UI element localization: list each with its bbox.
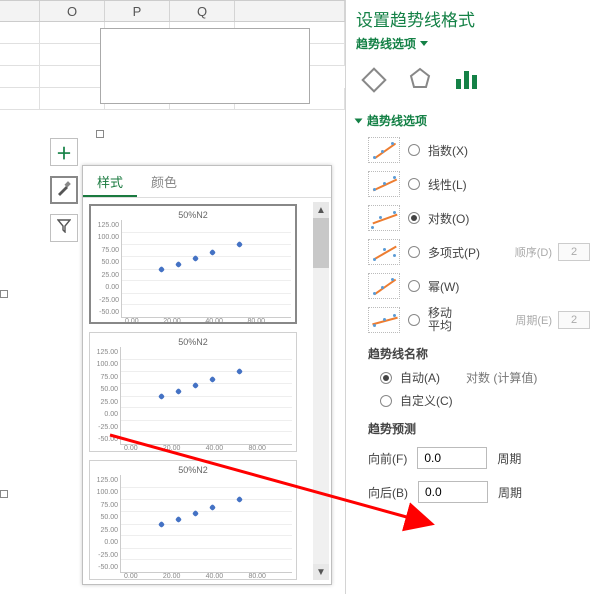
polynomial-curve-icon xyxy=(368,239,400,265)
option-power[interactable]: 幂(W) xyxy=(356,269,590,303)
radio-icon xyxy=(408,178,420,190)
plus-icon: ＋ xyxy=(56,140,72,164)
thumbnail-title: 50%N2 xyxy=(94,465,292,475)
section-trendline-options[interactable]: 趋势线选项 xyxy=(356,108,590,133)
forward-input[interactable] xyxy=(417,447,487,469)
column-header[interactable]: O xyxy=(40,1,105,21)
forward-label: 向前(F) xyxy=(368,450,407,467)
pentagon-icon xyxy=(409,67,431,94)
column-header[interactable]: Q xyxy=(170,1,235,21)
spreadsheet-grid: O P Q ＋ 样式 颜色 xyxy=(0,0,345,594)
resize-handle[interactable] xyxy=(0,290,8,298)
fill-line-tab[interactable] xyxy=(360,66,388,94)
pane-subtitle-dropdown[interactable]: 趋势线选项 xyxy=(346,33,600,58)
radio-icon xyxy=(408,314,420,326)
power-curve-icon xyxy=(368,273,400,299)
order-label: 顺序(D) xyxy=(515,244,552,260)
thumbnail-plot xyxy=(121,220,291,318)
paint-bucket-icon xyxy=(361,67,386,92)
tab-color[interactable]: 颜色 xyxy=(137,166,191,197)
option-moving-average[interactable]: 移动平均 周期(E) 2 xyxy=(356,303,590,337)
chart-elements-button[interactable]: ＋ xyxy=(50,138,78,166)
expand-triangle-icon xyxy=(355,118,363,123)
scroll-down-arrow[interactable]: ▼ xyxy=(313,564,329,580)
period-unit: 周期 xyxy=(498,484,522,501)
forecast-title: 趋势预测 xyxy=(356,412,590,441)
bar-chart-icon xyxy=(456,71,477,89)
style-thumbnail[interactable]: 50%N2 125.00100.0075.0050.0025.000.00-25… xyxy=(89,204,297,324)
scrollbar-thumb[interactable] xyxy=(313,218,329,268)
caret-down-icon xyxy=(420,41,428,46)
resize-handle[interactable] xyxy=(0,490,8,498)
order-spinner[interactable]: 2 xyxy=(558,243,590,261)
backward-input[interactable] xyxy=(418,481,488,503)
linear-curve-icon xyxy=(368,171,400,197)
resize-handle[interactable] xyxy=(96,130,104,138)
exponential-curve-icon xyxy=(368,137,400,163)
chart-object[interactable] xyxy=(100,28,310,104)
option-logarithmic[interactable]: 对数(O) xyxy=(356,201,590,235)
style-thumbnail[interactable]: 50%N2 125.00100.0075.0050.0025.000.00-25… xyxy=(89,332,297,452)
trendline-options-tab[interactable] xyxy=(452,66,480,94)
thumbnail-title: 50%N2 xyxy=(94,337,292,347)
trendline-name-title: 趋势线名称 xyxy=(356,337,590,366)
thumbnail-title: 50%N2 xyxy=(95,210,291,220)
period-unit: 周期 xyxy=(497,450,521,467)
funnel-icon xyxy=(57,219,71,238)
radio-icon xyxy=(408,144,420,156)
format-trendline-pane: 设置趋势线格式 趋势线选项 趋势线选项 指数(X) xyxy=(345,0,600,594)
chart-filters-button[interactable] xyxy=(50,214,78,242)
scroll-up-arrow[interactable]: ▲ xyxy=(313,202,329,218)
option-exponential[interactable]: 指数(X) xyxy=(356,133,590,167)
radio-icon xyxy=(408,246,420,258)
column-header[interactable]: P xyxy=(105,1,170,21)
auto-name-value: 对数 (计算值) xyxy=(466,369,537,386)
chart-styles-button[interactable] xyxy=(50,176,78,204)
radio-icon xyxy=(380,395,392,407)
period-label: 周期(E) xyxy=(515,312,552,328)
option-polynomial[interactable]: 多项式(P) 顺序(D) 2 xyxy=(356,235,590,269)
period-spinner[interactable]: 2 xyxy=(558,311,590,329)
trendline-name-auto[interactable]: 自动(A) 对数 (计算值) xyxy=(356,366,590,389)
backward-label: 向后(B) xyxy=(368,484,408,501)
thumbnail-y-ticks: 125.00100.0075.0050.0025.000.00-25.00-50… xyxy=(95,220,121,318)
radio-icon xyxy=(380,372,392,384)
style-thumbnail[interactable]: 50%N2 125.00100.0075.0050.0025.000.00-25… xyxy=(89,460,297,580)
pane-title: 设置趋势线格式 xyxy=(346,0,600,33)
trendline-name-custom[interactable]: 自定义(C) xyxy=(356,389,590,412)
tab-style[interactable]: 样式 xyxy=(83,166,137,197)
column-header-row: O P Q xyxy=(0,0,345,22)
chart-style-gallery: 样式 颜色 50%N2 125.00100.0075.0050.0025.000… xyxy=(82,165,332,585)
moving-average-curve-icon xyxy=(368,307,400,333)
logarithmic-curve-icon xyxy=(368,205,400,231)
effects-tab[interactable] xyxy=(406,66,434,94)
radio-icon xyxy=(408,212,420,224)
scrollbar-track[interactable] xyxy=(313,218,329,564)
option-linear[interactable]: 线性(L) xyxy=(356,167,590,201)
brush-icon xyxy=(56,180,72,201)
radio-icon xyxy=(408,280,420,292)
